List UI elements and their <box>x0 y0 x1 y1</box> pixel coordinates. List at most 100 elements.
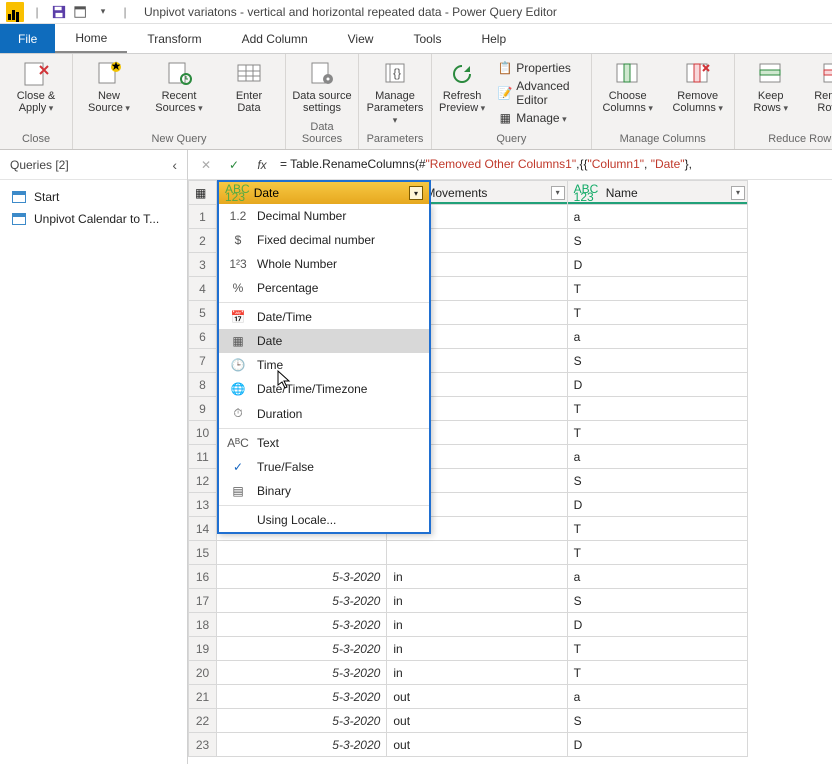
refresh-preview-button[interactable]: Refresh Preview <box>438 60 486 114</box>
type-menu-date[interactable]: ▦Date <box>219 329 429 353</box>
cell-name[interactable]: S <box>567 709 747 733</box>
cell-name[interactable]: T <box>567 421 747 445</box>
cell-name[interactable]: S <box>567 589 747 613</box>
row-number[interactable]: 3 <box>189 253 217 277</box>
cell-movements[interactable]: out <box>387 733 567 757</box>
row-number[interactable]: 9 <box>189 397 217 421</box>
enter-data-button[interactable]: Enter Data <box>219 60 279 114</box>
type-menu-percentage[interactable]: %Percentage <box>219 276 429 300</box>
tab-tools[interactable]: Tools <box>393 24 461 53</box>
data-source-settings-button[interactable]: Data source settings <box>292 60 352 114</box>
tab-view[interactable]: View <box>328 24 394 53</box>
cell-name[interactable]: T <box>567 661 747 685</box>
row-number[interactable]: 16 <box>189 565 217 589</box>
type-menu-time[interactable]: 🕒Time <box>219 353 429 377</box>
cell-name[interactable]: T <box>567 301 747 325</box>
table-row[interactable]: 215-3-2020outa <box>189 685 748 709</box>
cell-name[interactable]: T <box>567 637 747 661</box>
tab-home[interactable]: Home <box>55 24 127 53</box>
cell-name[interactable]: S <box>567 469 747 493</box>
row-number[interactable]: 22 <box>189 709 217 733</box>
qat-item[interactable] <box>71 2 91 22</box>
queries-pane-header[interactable]: Queries [2] ‹ <box>0 150 187 180</box>
column-filter-dropdown[interactable]: ▾ <box>409 186 423 200</box>
row-number[interactable]: 2 <box>189 229 217 253</box>
query-item-unpivot[interactable]: Unpivot Calendar to T... <box>0 208 187 230</box>
type-menu-whole-number[interactable]: 1²3Whole Number <box>219 252 429 276</box>
cell-date[interactable]: 5-3-2020 <box>217 661 387 685</box>
cell-movements[interactable] <box>387 541 567 565</box>
cancel-formula-icon[interactable]: ✕ <box>196 158 216 172</box>
row-number[interactable]: 5 <box>189 301 217 325</box>
cell-date[interactable]: 5-3-2020 <box>217 733 387 757</box>
row-number[interactable]: 6 <box>189 325 217 349</box>
cell-name[interactable]: T <box>567 277 747 301</box>
properties-button[interactable]: 📋Properties <box>496 60 573 76</box>
save-icon[interactable] <box>49 2 69 22</box>
row-number[interactable]: 18 <box>189 613 217 637</box>
table-row[interactable]: 235-3-2020outD <box>189 733 748 757</box>
row-number[interactable]: 4 <box>189 277 217 301</box>
recent-sources-button[interactable]: Recent Sources <box>149 60 209 114</box>
row-number[interactable]: 1 <box>189 205 217 229</box>
cell-movements[interactable]: in <box>387 637 567 661</box>
row-number[interactable]: 20 <box>189 661 217 685</box>
row-number[interactable]: 21 <box>189 685 217 709</box>
column-filter-dropdown[interactable]: ▾ <box>731 186 745 200</box>
cell-name[interactable]: S <box>567 229 747 253</box>
column-header-name[interactable]: ABC123 Name ▾ <box>567 181 747 205</box>
remove-rows-button[interactable]: Remove Rows <box>811 60 832 114</box>
cell-movements[interactable]: in <box>387 613 567 637</box>
table-row[interactable]: 195-3-2020inT <box>189 637 748 661</box>
cell-date[interactable]: 5-3-2020 <box>217 709 387 733</box>
row-number[interactable]: 13 <box>189 493 217 517</box>
tab-help[interactable]: Help <box>461 24 526 53</box>
row-number[interactable]: 7 <box>189 349 217 373</box>
row-number[interactable]: 8 <box>189 373 217 397</box>
manage-button[interactable]: ▦Manage <box>496 110 568 126</box>
table-row[interactable]: 15T <box>189 541 748 565</box>
cell-movements[interactable]: in <box>387 565 567 589</box>
row-header-corner[interactable]: ▦ <box>189 181 217 205</box>
cell-name[interactable]: T <box>567 517 747 541</box>
row-number[interactable]: 14 <box>189 517 217 541</box>
cell-date[interactable]: 5-3-2020 <box>217 637 387 661</box>
cell-name[interactable]: D <box>567 733 747 757</box>
new-source-button[interactable]: ★ New Source <box>79 60 139 114</box>
commit-formula-icon[interactable]: ✓ <box>224 158 244 172</box>
close-apply-button[interactable]: Close & Apply <box>6 60 66 114</box>
type-menu-duration[interactable]: ⏱Duration <box>219 401 429 426</box>
cell-name[interactable]: S <box>567 349 747 373</box>
type-menu-using-locale[interactable]: Using Locale... <box>219 508 429 532</box>
remove-columns-button[interactable]: Remove Columns <box>668 60 728 114</box>
type-menu-decimal[interactable]: 1.2Decimal Number <box>219 204 429 228</box>
cell-date[interactable]: 5-3-2020 <box>217 589 387 613</box>
cell-name[interactable]: a <box>567 445 747 469</box>
cell-name[interactable]: D <box>567 493 747 517</box>
qat-dropdown[interactable]: ▾ <box>93 2 113 22</box>
type-menu-binary[interactable]: ▤Binary <box>219 479 429 503</box>
cell-date[interactable]: 5-3-2020 <box>217 613 387 637</box>
cell-movements[interactable]: out <box>387 685 567 709</box>
cell-name[interactable]: D <box>567 373 747 397</box>
column-header-date-selected[interactable]: ABC123 Date ▾ <box>217 180 431 204</box>
table-row[interactable]: 175-3-2020inS <box>189 589 748 613</box>
type-menu-truefalse[interactable]: ✓True/False <box>219 455 429 479</box>
type-menu-text[interactable]: AᴮCText <box>219 431 429 455</box>
keep-rows-button[interactable]: Keep Rows <box>741 60 801 114</box>
column-filter-dropdown[interactable]: ▾ <box>551 186 565 200</box>
row-number[interactable]: 23 <box>189 733 217 757</box>
table-row[interactable]: 205-3-2020inT <box>189 661 748 685</box>
choose-columns-button[interactable]: Choose Columns <box>598 60 658 114</box>
cell-name[interactable]: a <box>567 565 747 589</box>
cell-name[interactable]: a <box>567 205 747 229</box>
row-number[interactable]: 10 <box>189 421 217 445</box>
cell-movements[interactable]: in <box>387 661 567 685</box>
row-number[interactable]: 17 <box>189 589 217 613</box>
row-number[interactable]: 19 <box>189 637 217 661</box>
table-row[interactable]: 165-3-2020ina <box>189 565 748 589</box>
tab-add-column[interactable]: Add Column <box>222 24 328 53</box>
row-number[interactable]: 15 <box>189 541 217 565</box>
cell-date[interactable]: 5-3-2020 <box>217 685 387 709</box>
advanced-editor-button[interactable]: 📝Advanced Editor <box>496 78 584 108</box>
